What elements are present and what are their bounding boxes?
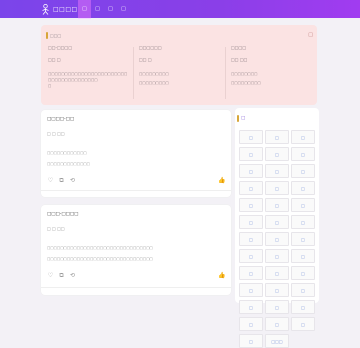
post-excerpt: □□□□□□□□□□□□□□□□□□□□□□□□□□□□□□□□ □□□□□□□… <box>47 243 217 265</box>
thumbs-up-icon[interactable]: 👍 <box>218 177 225 184</box>
notice-column-subheading: □□ □ <box>48 57 61 62</box>
notice-column-text: □□□□□□□□ <box>231 72 258 76</box>
tag-button[interactable]: □ <box>291 164 315 178</box>
post-excerpt-line: □□□□□□□□□□□□□□□□□□□□□□□□□□□□□□□□ <box>47 257 153 261</box>
post-actions: ♡ ⧉ ⟲ <box>47 272 76 279</box>
tag-button[interactable]: □ <box>239 334 263 348</box>
tag-button[interactable]: □ <box>291 300 315 314</box>
notice-column-3: □□□□ □□ □□ □□□□□□□□ □□□□□□□□□ <box>231 45 315 86</box>
tag-button[interactable]: □ <box>265 266 289 280</box>
nav-item-1[interactable]: □ <box>78 0 91 19</box>
notice-column-text: □ <box>48 84 52 88</box>
divider <box>225 47 226 99</box>
main-nav: □ □ □ □ <box>78 0 130 19</box>
tag-button[interactable]: □ <box>291 232 315 246</box>
tag-button[interactable]: □ <box>239 317 263 331</box>
notice-column-text: □□□□□□□□□ <box>139 72 169 76</box>
top-navigation-bar: □□□□□ □ □ □ □ <box>0 0 360 19</box>
heart-icon[interactable]: ♡ <box>47 272 54 279</box>
tag-button[interactable]: □ <box>239 232 263 246</box>
notice-title: □□□ <box>50 33 62 38</box>
share-icon[interactable]: ⟲ <box>69 272 76 279</box>
sidebar-title-text: □ <box>241 116 246 121</box>
tag-button[interactable]: □ <box>265 232 289 246</box>
copy-icon[interactable]: ⧉ <box>58 272 65 279</box>
tag-button[interactable]: □ <box>291 249 315 263</box>
tag-button[interactable]: □ <box>265 198 289 212</box>
notice-column-subheading: □□ □□ <box>231 57 248 62</box>
heart-icon[interactable]: ♡ <box>47 177 54 184</box>
notice-title-bar: □□□ <box>46 32 61 39</box>
tag-button[interactable]: □ <box>291 130 315 144</box>
tag-button[interactable]: □ <box>239 147 263 161</box>
nav-item-2[interactable]: □ <box>91 0 104 18</box>
post-card[interactable]: □□□□-□□ □ □ □□ □□□□□□□□□□□□ □□□□□□□□□□□□… <box>41 110 231 197</box>
divider <box>41 190 231 191</box>
accent-bar <box>46 32 48 39</box>
tag-button[interactable]: □ <box>265 300 289 314</box>
notice-column-text: □□□□□□□□□ <box>139 81 169 85</box>
copy-icon[interactable]: ⧉ <box>58 177 65 184</box>
notice-column-heading: □□□□ <box>231 45 247 50</box>
tag-button[interactable]: □ <box>239 181 263 195</box>
tag-button[interactable]: □ <box>291 147 315 161</box>
tag-button[interactable]: □ <box>239 130 263 144</box>
notice-panel: □□□ □ □□-□□□□ □□ □ □□□□□□□□□□□□□□□□□□□□□… <box>41 25 317 105</box>
sidebar-title: □ <box>237 115 245 122</box>
nav-item-3[interactable]: □ <box>104 0 117 18</box>
tag-button[interactable]: □ <box>291 198 315 212</box>
tag-button[interactable]: □ <box>265 215 289 229</box>
tag-button[interactable]: □ <box>265 181 289 195</box>
tag-button[interactable]: □ <box>239 215 263 229</box>
post-card[interactable]: □□□-□□□□ □ □ □□ □□□□□□□□□□□□□□□□□□□□□□□□… <box>41 205 231 295</box>
divider <box>133 47 134 99</box>
post-meta: □ □ □□ <box>47 131 65 136</box>
notice-column-subheading: □□ □ <box>139 57 152 62</box>
tag-button[interactable]: □ <box>239 266 263 280</box>
tag-button[interactable]: □ <box>239 164 263 178</box>
post-title[interactable]: □□□□-□□ <box>47 117 74 122</box>
post-excerpt: □□□□□□□□□□□□ □□□□□□□□□□□□□ <box>47 148 217 170</box>
tag-button[interactable]: □□□ <box>265 334 289 348</box>
tag-button[interactable]: □ <box>265 317 289 331</box>
tag-button[interactable]: □ <box>239 249 263 263</box>
tag-button[interactable]: □ <box>265 249 289 263</box>
notice-column-heading: □□□□□□ <box>139 45 162 50</box>
tag-button[interactable]: □ <box>239 198 263 212</box>
tag-button[interactable]: □ <box>291 181 315 195</box>
thumbs-up-icon[interactable]: 👍 <box>218 272 225 279</box>
divider <box>41 287 231 288</box>
tag-button[interactable]: □ <box>291 266 315 280</box>
nav-item-4[interactable]: □ <box>117 0 130 18</box>
tag-button[interactable]: □ <box>265 283 289 297</box>
share-icon[interactable]: ⟲ <box>69 177 76 184</box>
tag-button[interactable]: □ <box>265 147 289 161</box>
tag-button[interactable]: □ <box>239 283 263 297</box>
tag-grid: □ □ □ □ □ □ □ □ □ □ □ □ □ □ □ □ □ □ □ □ □ □ □ □ □ □ □ □ □ □ □ □ □ □ □ □ □ □□□ <box>239 130 315 348</box>
post-meta: □ □ □□ <box>47 226 65 231</box>
post-excerpt-line: □□□□□□□□□□□□□ <box>47 162 90 166</box>
tag-button[interactable]: □ <box>265 164 289 178</box>
notice-column-2: □□□□□□ □□ □ □□□□□□□□□ □□□□□□□□□ <box>139 45 223 86</box>
post-excerpt-line: □□□□□□□□□□□□ <box>47 151 87 155</box>
tag-button[interactable]: □ <box>291 283 315 297</box>
tag-sidebar: □ □ □ □ □ □ □ □ □ □ □ □ □ □ □ □ □ □ □ □ □ □ □ □ □ □ □ □ □ □ □ □ □ □ □ □ □ □ □… <box>235 108 319 348</box>
tag-button[interactable]: □ <box>239 300 263 314</box>
close-icon[interactable]: □ <box>308 32 313 38</box>
post-title[interactable]: □□□-□□□□ <box>47 212 78 217</box>
notice-column-1: □□-□□□□ □□ □ □□□□□□□□□□□□□□□□□□□□□□□□□□□… <box>48 45 132 89</box>
notice-column-text: □□□□□□□□□ <box>231 81 261 85</box>
person-logo-icon <box>42 3 49 15</box>
accent-bar <box>237 115 239 122</box>
tag-button[interactable]: □ <box>291 317 315 331</box>
post-excerpt-line: □□□□□□□□□□□□□□□□□□□□□□□□□□□□□□□□ <box>47 246 153 250</box>
post-actions: ♡ ⧉ ⟲ <box>47 177 76 184</box>
tag-button[interactable]: □ <box>291 215 315 229</box>
notice-column-text: □□□□□□□□□□□□□□□□□□□□□□□□□□□□□□□□□□□□□□□ <box>48 72 128 82</box>
notice-column-heading: □□-□□□□ <box>48 45 73 50</box>
tag-button[interactable]: □ <box>265 130 289 144</box>
